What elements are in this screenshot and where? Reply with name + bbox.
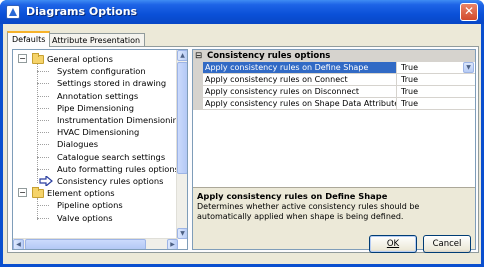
property-value[interactable]: True <box>399 86 475 97</box>
property-row-gutter <box>193 62 203 74</box>
tree-expander-icon[interactable]: − <box>18 54 27 63</box>
property-row[interactable]: Apply consistency rules on Disconnect Tru… <box>193 86 475 98</box>
tree-expander-icon[interactable]: − <box>18 188 27 198</box>
dialog-window: Diagrams Options ✕ Defaults Attribute Pr… <box>0 0 484 267</box>
help-title: Apply consistency rules on Define Shape <box>197 191 388 201</box>
tree-connector <box>37 120 49 121</box>
tree-group-1[interactable]: Element options <box>47 187 115 199</box>
property-category-label: Consistency rules options <box>207 51 331 61</box>
defaults-tab-panel: − General options System configuration Sett… <box>7 46 479 253</box>
dialog-client-area: Defaults Attribute Presentation − General… <box>3 24 481 264</box>
property-value[interactable]: True <box>399 98 475 109</box>
tree-item[interactable]: Dialogues <box>57 138 98 150</box>
ok-button[interactable]: OK <box>369 235 417 253</box>
cancel-button-label: Cancel <box>432 239 462 249</box>
cancel-button[interactable]: Cancel <box>423 235 471 253</box>
property-name[interactable]: Apply consistency rules on Shape Data At… <box>203 98 397 109</box>
property-grid-rows: ⊟ Consistency rules options Apply consis… <box>193 50 475 183</box>
tree-connector-vertical <box>37 198 38 220</box>
tree-item[interactable]: Instrumentation Dimensioning <box>57 114 178 126</box>
property-row-gutter <box>193 74 203 86</box>
folder-icon <box>32 187 44 199</box>
tree-connector <box>37 71 49 73</box>
scroll-left-arrow-icon[interactable]: ◀ <box>13 239 24 249</box>
tree-connector <box>37 205 49 207</box>
property-value[interactable]: True <box>399 74 475 85</box>
title-bar[interactable]: Diagrams Options ✕ <box>0 0 484 24</box>
tree-connector <box>37 217 49 219</box>
property-name[interactable]: Apply consistency rules on Define Shape <box>203 62 397 73</box>
tree-item[interactable]: Valve options <box>57 212 113 224</box>
scroll-right-arrow-icon[interactable]: ▶ <box>167 239 178 249</box>
options-tree: − General options System configuration Sett… <box>12 49 188 250</box>
tree-connector <box>37 168 49 170</box>
vertical-scroll-thumb[interactable] <box>177 62 187 174</box>
window-title: Diagrams Options <box>26 5 138 18</box>
tree-connector <box>37 156 49 158</box>
close-button[interactable]: ✕ <box>460 3 478 21</box>
app-icon <box>6 5 20 19</box>
property-name[interactable]: Apply consistency rules on Disconnect <box>203 86 397 97</box>
collapse-icon[interactable]: ⊟ <box>195 50 202 62</box>
tree-connector <box>37 107 49 109</box>
tree-item[interactable]: Pipe Dimensioning <box>57 102 134 114</box>
tree-item[interactable]: Consistency rules options <box>57 175 163 187</box>
tree-group-0[interactable]: General options <box>47 53 113 65</box>
folder-icon <box>32 53 44 64</box>
property-row[interactable]: Apply consistency rules on Connect True <box>193 74 475 86</box>
help-description: Determines whether active consistency ru… <box>197 202 420 221</box>
tree-item[interactable]: Annotation settings <box>57 90 138 102</box>
horizontal-scroll-thumb[interactable] <box>25 239 146 249</box>
property-row[interactable]: Apply consistency rules on Shape Data At… <box>193 98 475 110</box>
property-row-gutter <box>193 98 203 110</box>
tab-attribute-presentation[interactable]: Attribute Presentation <box>47 33 146 47</box>
options-tree-content: − General options System configuration Sett… <box>13 50 178 239</box>
tab-defaults[interactable]: Defaults <box>7 31 51 47</box>
tree-item[interactable]: Pipeline options <box>57 199 123 211</box>
property-row[interactable]: Apply consistency rules on Define Shape T… <box>193 62 475 74</box>
tree-connector <box>37 83 49 85</box>
tree-horizontal-scrollbar[interactable]: ◀ ▶ <box>13 238 178 249</box>
ok-button-label: OK <box>386 239 400 249</box>
tree-item[interactable]: Catalogue search settings <box>57 151 165 163</box>
tree-item[interactable]: Auto formatting rules options <box>57 163 178 175</box>
scroll-up-arrow-icon[interactable]: ▲ <box>177 50 187 61</box>
scroll-down-arrow-icon[interactable]: ▼ <box>177 228 187 239</box>
property-grid: ⊟ Consistency rules options Apply consis… <box>192 49 476 250</box>
property-category-row[interactable]: ⊟ Consistency rules options <box>193 50 475 62</box>
tree-item[interactable]: HVAC Dimensioning <box>57 126 139 138</box>
tree-connector <box>37 132 49 134</box>
tree-item[interactable]: Settings stored in drawing <box>57 77 166 89</box>
tree-connector <box>37 144 49 146</box>
tree-item[interactable]: System configuration <box>57 65 146 77</box>
tree-vertical-scrollbar[interactable]: ▲ ▼ <box>176 50 187 239</box>
property-row-gutter <box>193 86 203 98</box>
dropdown-arrow-icon[interactable]: ▼ <box>463 62 474 73</box>
tree-connector <box>37 95 49 97</box>
tree-connector-vertical <box>37 64 38 184</box>
current-selection-arrow-icon <box>39 176 53 186</box>
property-name[interactable]: Apply consistency rules on Connect <box>203 74 397 85</box>
